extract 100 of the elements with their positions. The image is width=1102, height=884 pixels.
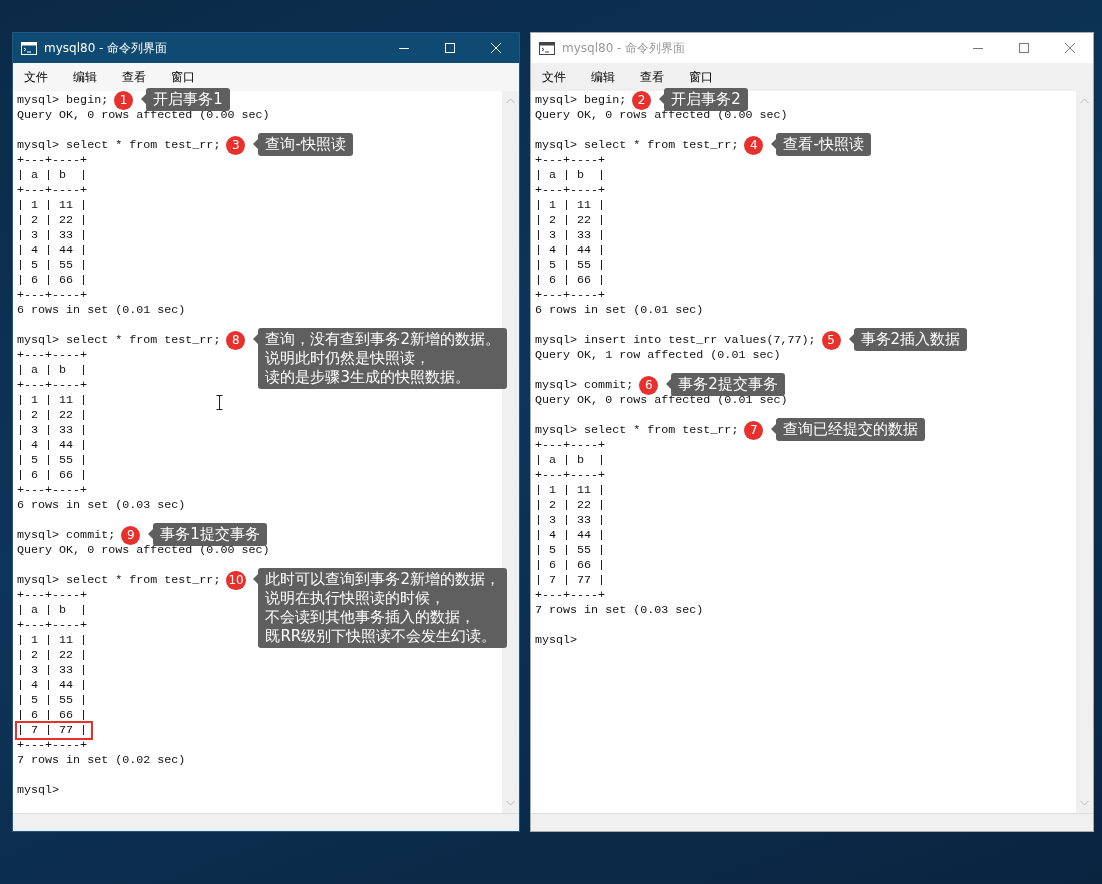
menu-item[interactable]: 窗口 [165,68,201,86]
step-badge: 5 [821,331,841,350]
terminal-line: Query OK, 1 row affected (0.01 sec) [534,347,782,364]
callout: 事务1提交事务 [148,523,267,546]
callout: 查询已经提交的数据 [771,418,926,441]
terminal-line: mysql> begin; [534,92,628,109]
terminal-line: | 5 | 55 | [534,542,607,559]
text-cursor-icon [216,395,223,410]
maximize-icon [445,43,455,53]
terminal-line: | 1 | 11 | [534,197,607,214]
terminal-line: | 1 | 11 | [16,632,89,649]
scrollbar[interactable] [502,91,519,813]
terminal-line: | 2 | 22 | [534,497,607,514]
terminal-line: | 4 | 44 | [534,527,607,544]
window-title: mysql80 - 命令列界面 [44,39,169,57]
step-badge: 3 [226,136,246,155]
terminal-line: +---+----+ [16,182,89,199]
step-badge: 7 [744,421,764,440]
step-badge: 9 [121,526,141,545]
terminal-line: mysql> [534,632,579,649]
terminal-line: mysql> select * from test_rr; [16,137,222,154]
terminal-line: 7 rows in set (0.03 sec) [534,602,705,619]
terminal-line: | 3 | 33 | [16,422,89,439]
callout: 事务2插入数据 [848,328,968,351]
terminal-line: | a | b | [534,452,607,469]
terminal-line: | 2 | 22 | [16,647,89,664]
terminal-line: 6 rows in set (0.01 sec) [534,302,705,319]
step-badge: 4 [744,136,764,155]
terminal-line: | 4 | 44 | [16,437,89,454]
menu-item[interactable]: 查看 [116,68,152,86]
terminal-line: | 5 | 55 | [16,452,89,469]
terminal-line: | 3 | 33 | [534,227,607,244]
terminal-line: +---+----+ [16,287,89,304]
step-badge: 10 [226,571,246,590]
terminal-line: | 2 | 22 | [16,212,89,229]
step-badge: 6 [639,376,659,395]
terminal-line: | 4 | 44 | [534,242,607,259]
terminal-line: +---+----+ [16,737,89,754]
callout: 查询，没有查到事务2新增的数据。 说明此时仍然是快照读， 读的是步骤3生成的快照数据。 [253,328,507,389]
callout: 此时可以查询到事务2新增的数据， 说明在执行快照读的时候， 不会读到其他事务插入的数据， 既RR级别下快照读不会发生幻读。 [253,568,507,648]
callout: 事务2提交事务 [666,373,785,396]
terminal-line: | 6 | 66 | [534,272,607,289]
step-badge: 2 [632,91,652,110]
terminal-line: +---+----+ [534,587,607,604]
terminal-line: | a | b | [16,362,89,379]
terminal-line: +---+----+ [534,287,607,304]
window-title: mysql80 - 命令列界面 [562,39,687,57]
terminal-line: mysql> insert into test_rr values(7,77); [534,332,817,349]
terminal-line: +---+----+ [534,152,607,169]
terminal-line: | 7 | 77 | [534,572,607,589]
terminal-line: mysql> select * from test_rr; [16,572,222,589]
terminal-line: 7 rows in set (0.02 sec) [16,752,187,769]
terminal-line: 6 rows in set (0.01 sec) [16,302,187,319]
menu-item[interactable]: 编辑 [67,68,103,86]
terminal-line: | 2 | 22 | [534,212,607,229]
callout: 查询-快照读 [253,133,353,156]
terminal-line: +---+----+ [16,587,89,604]
terminal-line: +---+----+ [534,437,607,454]
step-badge: 8 [226,331,246,350]
terminal-line: +---+----+ [16,617,89,634]
terminal-line: 6 rows in set (0.03 sec) [16,497,187,514]
callout: 查看-快照读 [771,133,871,156]
step-badge: 1 [114,91,134,110]
console-icon [539,41,555,55]
terminal-line: mysql> select * from test_rr; [16,332,222,349]
terminal-line: | 4 | 44 | [16,242,89,259]
close-icon [491,43,501,53]
terminal-line: | 3 | 33 | [534,512,607,529]
menu-item[interactable]: 文件 [18,68,54,86]
terminal-line: | 5 | 55 | [16,257,89,274]
terminal-line: +---+----+ [534,467,607,484]
terminal-line: mysql> commit; [534,377,635,394]
terminal-line: | 1 | 11 | [16,392,89,409]
callout: 开启事务2 [659,88,748,111]
terminal-line: | 3 | 33 | [16,662,89,679]
terminal-line: | 6 | 66 | [534,557,607,574]
terminal-line: | 1 | 11 | [16,197,89,214]
terminal-line: mysql> begin; [16,92,110,109]
terminal-line: +---+----+ [16,152,89,169]
terminal-line: | 5 | 55 | [16,692,89,709]
scroll-up-icon[interactable] [506,98,515,104]
terminal-line: | 1 | 11 | [534,482,607,499]
terminal-line: | a | b | [16,167,89,184]
close-icon [1065,43,1075,53]
terminal-line: | a | b | [534,167,607,184]
terminal-line: | 6 | 66 | [16,707,89,724]
terminal-line: +---+----+ [16,347,89,364]
terminal-line: mysql> commit; [16,527,117,544]
terminal-line: mysql> [16,782,61,799]
callout: 开启事务1 [141,88,230,111]
maximize-icon [1019,43,1029,53]
terminal-line: | 4 | 44 | [16,677,89,694]
terminal-line: | 6 | 66 | [16,272,89,289]
terminal-line: +---+----+ [16,377,89,394]
terminal-line: | 6 | 66 | [16,467,89,484]
terminal-line: +---+----+ [16,482,89,499]
scroll-down-icon[interactable] [506,800,515,806]
terminal-line: +---+----+ [534,182,607,199]
terminal-line: mysql> select * from test_rr; [534,422,740,439]
terminal-line: | 2 | 22 | [16,407,89,424]
